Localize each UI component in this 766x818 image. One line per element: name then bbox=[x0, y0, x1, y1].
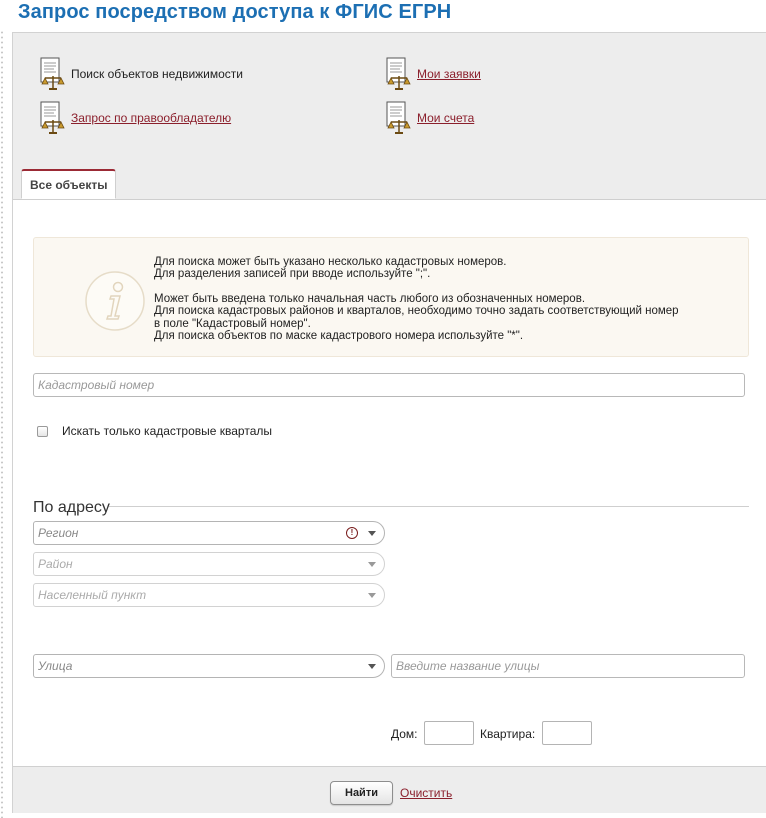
address-section-divider bbox=[109, 506, 749, 507]
document-scales-icon bbox=[386, 57, 411, 90]
info-box: Для поиска может быть указано несколько … bbox=[33, 237, 749, 357]
info-line: Для поиска объектов по маске кадастровог… bbox=[154, 330, 524, 343]
street-type-select[interactable]: Улица bbox=[33, 654, 385, 678]
nav-link-owner-request[interactable]: Запрос по правообладателю bbox=[71, 111, 231, 125]
page-title: Запрос посредством доступа к ФГИС ЕГРН bbox=[18, 1, 452, 23]
document-scales-icon bbox=[386, 101, 411, 134]
info-line: Для поиска кадастровых районов и квартал… bbox=[154, 305, 679, 318]
quarters-only-checkbox[interactable] bbox=[37, 425, 48, 437]
nav-item-my-requests[interactable]: Мои заявки bbox=[383, 57, 481, 91]
chevron-down-icon bbox=[368, 664, 376, 669]
region-select[interactable]: Регион ! bbox=[33, 521, 385, 545]
info-line: Может быть введена только начальная част… bbox=[154, 292, 586, 305]
street-type-placeholder: Улица bbox=[38, 659, 73, 673]
left-dotted-border bbox=[0, 30, 4, 818]
locality-select[interactable]: Населенный пункт bbox=[33, 583, 385, 607]
find-button[interactable]: Найти bbox=[330, 781, 393, 805]
address-section-title: По адресу bbox=[33, 499, 110, 516]
nav-label: Поиск объектов недвижимости bbox=[71, 67, 244, 81]
alert-icon: ! bbox=[346, 527, 358, 539]
cadastral-number-input[interactable] bbox=[33, 373, 745, 397]
form-footer: Найти Очистить bbox=[13, 766, 766, 813]
search-panel: Поиск объектов недвижимости Мои заявки З… bbox=[12, 32, 766, 813]
chevron-down-icon bbox=[368, 531, 376, 536]
info-line: в поле "Кадастровый номер". bbox=[154, 317, 311, 330]
street-name-input[interactable] bbox=[391, 654, 745, 678]
tab-all-objects[interactable]: Все объекты bbox=[21, 169, 117, 199]
nav-link-my-invoices[interactable]: Мои счета bbox=[417, 111, 474, 125]
nav-item-owner-request[interactable]: Запрос по правообладателю bbox=[37, 101, 231, 135]
district-placeholder: Район bbox=[38, 557, 73, 571]
tabs-bar: Все объекты bbox=[13, 157, 766, 200]
document-scales-icon bbox=[40, 57, 65, 90]
nav-item-property-search[interactable]: Поиск объектов недвижимости bbox=[37, 57, 243, 91]
info-text: Для поиска может быть указано несколько … bbox=[154, 256, 679, 342]
nav-link-my-requests[interactable]: Мои заявки bbox=[417, 67, 481, 81]
quarters-only-label: Искать только кадастровые кварталы bbox=[62, 424, 272, 438]
flat-input[interactable] bbox=[542, 721, 592, 745]
navigation-area: Поиск объектов недвижимости Мои заявки З… bbox=[13, 33, 766, 158]
region-placeholder: Регион bbox=[38, 526, 79, 540]
quarters-only-option[interactable]: Искать только кадастровые кварталы bbox=[37, 424, 272, 438]
info-line: Для поиска может быть указано несколько … bbox=[154, 256, 507, 268]
chevron-down-icon bbox=[368, 593, 376, 598]
locality-placeholder: Населенный пункт bbox=[38, 588, 147, 602]
house-input[interactable] bbox=[424, 721, 474, 745]
nav-item-my-invoices[interactable]: Мои счета bbox=[383, 101, 474, 135]
info-line: Для разделения записей при вводе использ… bbox=[154, 268, 431, 281]
district-select[interactable]: Район bbox=[33, 552, 385, 576]
info-i-icon bbox=[85, 271, 145, 331]
chevron-down-icon bbox=[368, 562, 376, 567]
document-scales-icon bbox=[40, 101, 65, 134]
flat-label: Квартира: bbox=[480, 727, 536, 741]
clear-link[interactable]: Очистить bbox=[400, 786, 452, 800]
house-label: Дом: bbox=[391, 727, 418, 741]
